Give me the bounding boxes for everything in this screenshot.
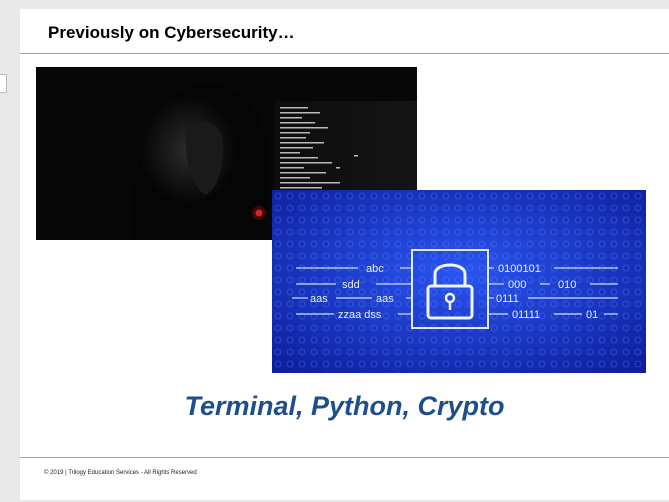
slide-title: Previously on Cybersecurity…	[48, 23, 295, 42]
cipher-label-abc: abc	[366, 263, 384, 275]
cipher-label-aas-1: aas	[310, 293, 328, 305]
cipher-label-0100101: 0100101	[498, 263, 541, 275]
copyright-footer: © 2019 | Trilogy Education Services - Al…	[44, 470, 197, 476]
crypto-padlock-graphic: abc sdd aas aas zzaa dss 0100101 000 010…	[272, 190, 646, 373]
cipher-label-zzaa: zzaa dss	[338, 309, 382, 321]
cipher-label-000: 000	[508, 279, 526, 291]
footer-divider	[20, 457, 669, 458]
cipher-label-sdd: sdd	[342, 279, 360, 291]
title-divider	[20, 53, 669, 54]
cipher-label-aas-2: aas	[376, 293, 394, 305]
slide-headline: Terminal, Python, Crypto	[184, 391, 505, 421]
cipher-label-01: 01	[586, 309, 598, 321]
cipher-label-010: 010	[558, 279, 576, 291]
cipher-label-0111: 0111	[496, 293, 519, 305]
cipher-label-01111: 01111	[512, 309, 540, 321]
slide-panel-handle[interactable]	[0, 74, 7, 93]
slide: Previously on Cybersecurity… abc sdd aas…	[20, 9, 669, 500]
